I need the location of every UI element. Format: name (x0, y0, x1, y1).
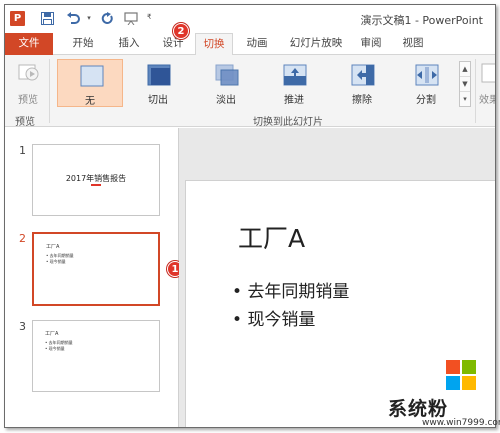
transition-push[interactable]: 推进 (261, 59, 327, 107)
preview-button[interactable]: 预览 (11, 59, 45, 107)
transition-wipe-label: 擦除 (352, 95, 372, 106)
slide-bullet[interactable]: • 去年同期销量 (232, 277, 349, 302)
windows-logo-icon (446, 360, 476, 390)
transition-cut-label: 切出 (148, 95, 168, 106)
slide-number: 3 (19, 320, 26, 333)
preview-icon (18, 64, 39, 81)
transition-split[interactable]: 分割 (393, 59, 459, 107)
transition-fade[interactable]: 淡出 (193, 59, 259, 107)
none-transition-icon (80, 65, 104, 87)
tab-home[interactable]: 开始 (63, 33, 103, 55)
redo-icon[interactable] (99, 10, 115, 26)
customize-qat-icon[interactable]: ₹ (147, 13, 151, 21)
window-title: 演示文稿1 - PowerPoint (360, 14, 483, 27)
transitions-group-label: 切换到此幻灯片 (253, 117, 323, 128)
tab-review[interactable]: 审阅 (353, 33, 389, 55)
split-transition-icon (415, 64, 439, 86)
transition-split-label: 分割 (416, 95, 436, 106)
fade-transition-icon (215, 64, 239, 86)
transition-gallery-scroll[interactable]: ▲ ▼ ▾ (459, 61, 471, 107)
watermark-url: www.win7999.com (422, 418, 500, 428)
tab-transitions[interactable]: 切换 (195, 33, 233, 56)
effect-options-label: 效果 (479, 95, 495, 106)
group-divider (475, 59, 476, 123)
thumbnail-heading: 工厂A (45, 331, 59, 337)
thumbnail-title: 2017年销售报告 (65, 174, 127, 183)
watermark-text: 系统粉 (388, 398, 449, 420)
slide-number: 2 (19, 232, 26, 245)
slide-thumbnail-pane: 1 2017年销售报告 2 工厂A • 去年同期销量 • 现今销量 3 工厂A … (5, 128, 175, 427)
tab-view[interactable]: 视图 (395, 33, 431, 55)
gallery-more-icon[interactable]: ▾ (460, 92, 470, 107)
transition-push-label: 推进 (284, 95, 304, 106)
push-transition-icon (283, 64, 307, 86)
tab-animations[interactable]: 动画 (237, 33, 277, 55)
wipe-transition-icon (351, 64, 375, 86)
thumbnail-bullet: • 现今销量 (46, 259, 66, 264)
effect-options-button[interactable]: 效果 (479, 59, 495, 107)
undo-dropdown-icon[interactable]: ▾ (81, 10, 97, 26)
scroll-up-icon[interactable]: ▲ (460, 62, 470, 77)
transition-none-label: 无 (85, 96, 95, 107)
watermark: 系统粉 www.win7999.com (374, 356, 500, 430)
thumbnail-bullet-text: 现今销量 (49, 259, 66, 264)
thumbnail-bullet: • 去年同期销量 (46, 253, 74, 258)
preview-group-label: 预览 (15, 117, 35, 128)
tab-slideshow[interactable]: 幻灯片放映 (283, 33, 349, 55)
preview-label: 预览 (18, 95, 38, 106)
transition-none[interactable]: 无 (57, 59, 123, 107)
slide-bullet[interactable]: • 现今销量 (232, 305, 315, 330)
tab-insert[interactable]: 插入 (109, 33, 149, 55)
ribbon-tabs: 文件 开始 插入 设计 切换 动画 幻灯片放映 审阅 视图 (5, 33, 495, 56)
powerpoint-app-icon: P (10, 11, 25, 26)
present-icon[interactable] (123, 10, 139, 26)
tab-file[interactable]: 文件 (5, 33, 53, 55)
cut-transition-icon (147, 64, 171, 86)
thumbnail-subtitle-mark (91, 184, 101, 186)
scroll-down-icon[interactable]: ▼ (460, 77, 470, 92)
tab-design[interactable]: 设计 (153, 33, 193, 55)
slide-thumbnail-2[interactable]: 工厂A • 去年同期销量 • 现今销量 (32, 232, 160, 306)
effect-options-icon (481, 63, 495, 83)
slide-number: 1 (19, 144, 26, 157)
undo-icon[interactable] (65, 10, 81, 26)
slide-thumbnail-1[interactable]: 2017年销售报告 (32, 144, 160, 216)
transition-cut[interactable]: 切出 (125, 59, 191, 107)
slide-thumbnail-3[interactable]: 工厂A • 去年同期销量 • 现今销量 (32, 320, 160, 392)
transition-fade-label: 淡出 (216, 95, 236, 106)
group-divider (49, 59, 50, 123)
save-icon[interactable] (39, 10, 55, 26)
thumbnail-bullet-text: 去年同期销量 (49, 253, 74, 258)
slide-bullet-text: 去年同期销量 (247, 282, 350, 302)
thumbnail-bullet-text: 去年同期销量 (48, 340, 73, 345)
thumbnail-heading: 工厂A (46, 244, 60, 250)
title-bar: P ▾ ₹ 演示文稿1 - PowerPoint (5, 5, 495, 33)
annotation-badge-2: 2 (173, 23, 189, 39)
thumbnail-bullet: • 去年同期销量 (45, 340, 73, 345)
thumbnail-bullet: • 现今销量 (45, 346, 65, 351)
slide-bullet-text: 现今销量 (247, 310, 316, 330)
thumbnail-bullet-text: 现今销量 (48, 346, 65, 351)
transitions-ribbon: 预览 预览 无 切出 淡出 推进 擦除 分割 ▲ ▼ ▾ 效 切换到此幻灯片 (5, 55, 495, 128)
transition-wipe[interactable]: 擦除 (329, 59, 395, 107)
slide-title[interactable]: 工厂A (238, 219, 305, 255)
